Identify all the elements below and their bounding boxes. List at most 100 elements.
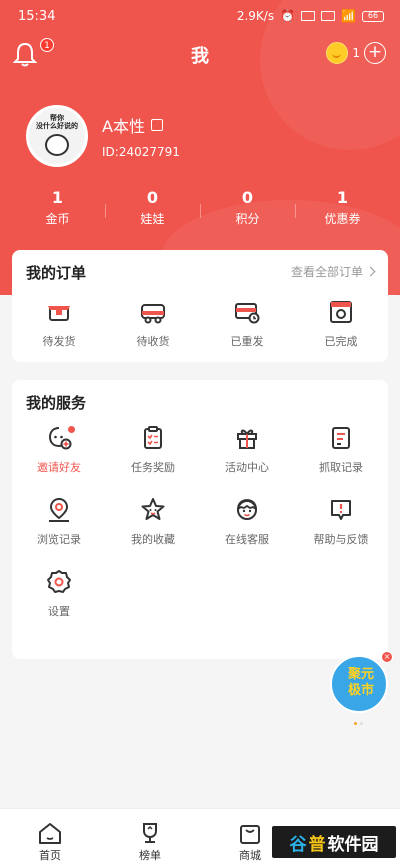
battery-icon: 66: [362, 10, 384, 22]
orders-grid: 待发货 待收货 已重发 已完成: [12, 298, 388, 349]
avatar-image: 帮你 没什么好说的: [29, 108, 85, 164]
service-label: 设置: [48, 605, 70, 618]
coin-count: 1: [352, 46, 360, 60]
trophy-icon: [143, 823, 157, 843]
orders-card: 我的订单 查看全部订单 待发货 待收货 已重发 已完成: [12, 250, 388, 362]
order-completed[interactable]: 已完成: [294, 298, 388, 349]
completed-icon: [330, 301, 352, 323]
coin-balance[interactable]: 1 +: [326, 40, 386, 66]
promo-pagination: [354, 722, 363, 725]
chevron-right-icon: [365, 266, 376, 277]
avatar[interactable]: 帮你 没什么好说的: [26, 105, 88, 167]
service-label: 帮助与反馈: [313, 533, 369, 546]
name-row: A本性: [102, 113, 180, 137]
signal-icon: [321, 11, 336, 21]
signal-icon: [301, 11, 316, 21]
services-title: 我的服务: [26, 394, 87, 412]
order-pending-shipment[interactable]: 待发货: [12, 298, 106, 349]
user-id: ID:24027791: [102, 145, 180, 159]
stat-value: 0: [146, 188, 159, 207]
status-time: 15:34: [18, 8, 56, 24]
stat-value: 1: [336, 188, 349, 207]
avatar-face-icon: [45, 134, 69, 156]
stat-coins[interactable]: 1 金币: [10, 188, 105, 227]
stats-row: 1 金币 0 娃娃 0 积分 1 优惠券: [10, 188, 390, 227]
stat-value: 0: [241, 188, 254, 207]
stat-value: 1: [51, 188, 64, 207]
tab-ranking[interactable]: 榜单: [100, 809, 200, 866]
shop-icon: [240, 825, 260, 844]
new-indicator-dot: [68, 426, 75, 433]
stat-points[interactable]: 0 积分: [200, 188, 295, 227]
tab-label: 榜单: [139, 849, 161, 862]
order-label: 待收货: [136, 335, 170, 348]
promo-floating-badge[interactable]: 聚元 极市: [330, 655, 388, 713]
services-card: 我的服务 邀请好友 任务奖励 活动中心 抓取记录 浏览记录 我的收藏 在线客服 …: [12, 380, 388, 659]
tab-label: 首页: [39, 849, 61, 862]
status-bar: 15:34 2.9K/s ⏰ 📶 66: [0, 0, 400, 32]
watermark-part: 软件园: [327, 834, 379, 855]
stat-label: 优惠券: [324, 212, 361, 226]
order-label: 已完成: [324, 335, 358, 348]
service-label: 抓取记录: [319, 461, 363, 474]
order-resent[interactable]: 已重发: [200, 298, 294, 349]
wifi-icon: 📶: [341, 9, 356, 23]
star-icon: [141, 498, 165, 520]
stat-coupons[interactable]: 1 优惠券: [295, 188, 390, 227]
order-label: 已重发: [230, 335, 264, 348]
gift-icon: [237, 429, 257, 449]
top-bar: 1 我 1 +: [0, 36, 400, 72]
service-label: 浏览记录: [37, 533, 81, 546]
service-label: 邀请好友: [37, 461, 81, 474]
promo-dot: [354, 722, 357, 725]
edit-icon[interactable]: [150, 119, 163, 131]
stat-label: 积分: [235, 212, 260, 226]
add-coins-button[interactable]: +: [364, 42, 386, 64]
truck-icon: [141, 304, 165, 324]
network-speed: 2.9K/s: [236, 9, 275, 23]
location-icon: [49, 497, 69, 522]
promo-dot: [360, 722, 363, 725]
profile-info: A本性 ID:24027791: [102, 113, 180, 159]
stat-dolls[interactable]: 0 娃娃: [105, 188, 200, 227]
avatar-caption: 帮你 没什么好说的: [36, 114, 78, 130]
service-my-favorites[interactable]: 我的收藏: [106, 496, 200, 568]
service-grab-records[interactable]: 抓取记录: [294, 424, 388, 496]
feedback-icon: [331, 500, 351, 520]
resend-icon: [235, 303, 260, 324]
settings-icon: [47, 570, 71, 593]
orders-title: 我的订单: [26, 264, 87, 282]
user-name: A本性: [102, 117, 145, 136]
coin-icon: [326, 42, 349, 64]
profile-section[interactable]: 帮你 没什么好说的 A本性 ID:24027791: [26, 104, 180, 168]
service-label: 在线客服: [225, 533, 269, 546]
watermark-part: 普: [308, 834, 326, 855]
service-label: 活动中心: [225, 461, 269, 474]
service-invite-friends[interactable]: 邀请好友: [12, 424, 106, 496]
service-help-feedback[interactable]: 帮助与反馈: [294, 496, 388, 568]
watermark-logo: 谷 普 软件园: [272, 826, 396, 858]
service-online-support[interactable]: 在线客服: [200, 496, 294, 568]
tab-home[interactable]: 首页: [0, 809, 100, 866]
service-settings[interactable]: 设置: [12, 568, 106, 640]
service-label: 任务奖励: [131, 461, 175, 474]
view-all-label: 查看全部订单: [290, 265, 363, 279]
record-icon: [332, 427, 350, 449]
package-icon: [48, 306, 70, 321]
service-browse-history[interactable]: 浏览记录: [12, 496, 106, 568]
promo-text: 聚元 极市: [347, 667, 374, 698]
service-label: 我的收藏: [131, 533, 175, 546]
task-reward-icon: [144, 426, 162, 449]
order-pending-receipt[interactable]: 待收货: [106, 298, 200, 349]
stat-label: 金币: [45, 212, 70, 226]
services-grid: 邀请好友 任务奖励 活动中心 抓取记录 浏览记录 我的收藏 在线客服 帮助与反馈…: [12, 424, 388, 640]
service-task-rewards[interactable]: 任务奖励: [106, 424, 200, 496]
view-all-orders-link[interactable]: 查看全部订单: [290, 263, 376, 280]
watermark-part: 谷: [289, 834, 307, 855]
order-label: 待发货: [42, 335, 76, 348]
home-icon: [39, 823, 61, 844]
service-activity-center[interactable]: 活动中心: [200, 424, 294, 496]
promo-close-button[interactable]: ×: [381, 651, 393, 663]
service-face-icon: [237, 499, 257, 520]
alarm-icon: ⏰: [280, 9, 296, 23]
